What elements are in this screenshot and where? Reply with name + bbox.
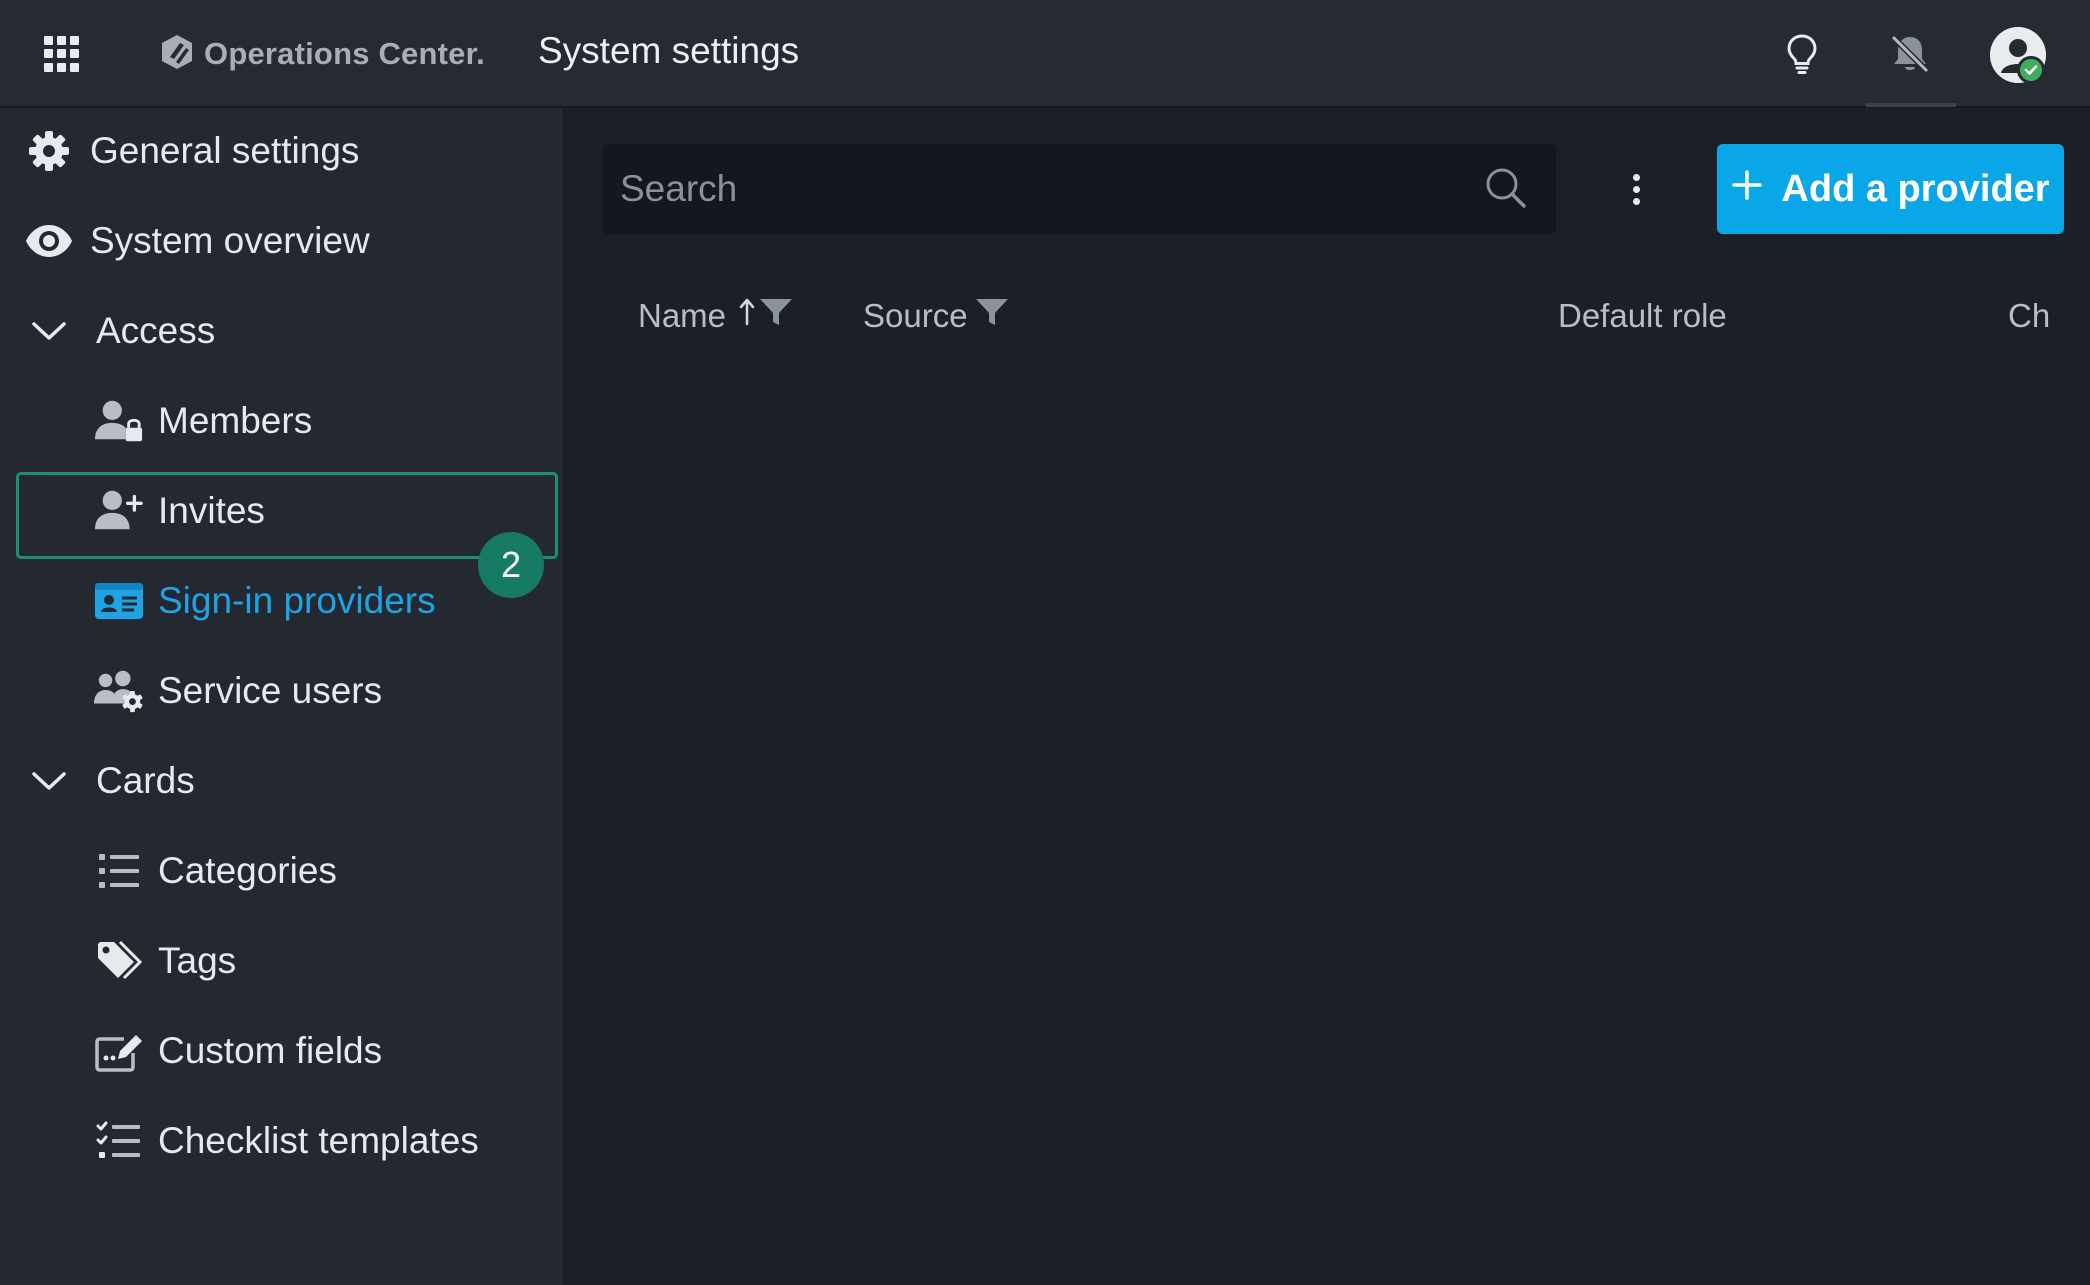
column-header-name[interactable]: Name xyxy=(638,290,794,342)
plus-icon xyxy=(1731,168,1763,211)
sidebar-item-label: Members xyxy=(158,400,313,441)
column-header-default-role[interactable]: Default role xyxy=(1558,290,1727,342)
search-field[interactable] xyxy=(602,144,1556,234)
sidebar-item-label: Service users xyxy=(158,670,383,711)
apps-grid-icon[interactable] xyxy=(42,34,82,74)
sidebar-group-cards[interactable]: Cards xyxy=(24,738,195,824)
column-header-truncated[interactable]: Ch xyxy=(2008,290,2050,342)
column-label: Name xyxy=(638,297,727,334)
sidebar-item-label: Custom fields xyxy=(158,1030,383,1071)
table-body xyxy=(566,360,2090,1285)
list-icon xyxy=(94,846,144,896)
filter-icon[interactable] xyxy=(758,296,794,336)
add-provider-button[interactable]: Add a provider xyxy=(1717,144,2064,234)
sort-ascending-icon[interactable] xyxy=(738,297,756,335)
sidebar-item-service-users[interactable]: Service users xyxy=(94,648,382,734)
sidebar-group-access[interactable]: Access xyxy=(24,288,215,374)
sidebar-item-custom-fields[interactable]: Custom fields xyxy=(94,1008,382,1094)
gear-icon xyxy=(24,126,74,176)
sidebar-item-label: General settings xyxy=(90,130,360,171)
search-icon[interactable] xyxy=(1484,166,1528,210)
add-provider-label: Add a provider xyxy=(1781,167,2050,210)
lightbulb-icon[interactable] xyxy=(1778,30,1826,78)
users-gear-icon xyxy=(94,666,144,716)
user-lock-icon xyxy=(94,396,144,446)
chevron-down-icon xyxy=(24,756,74,806)
page-title: System settings xyxy=(538,30,800,71)
sidebar-item-label: System overview xyxy=(90,220,370,261)
sidebar-group-label: Cards xyxy=(96,760,195,801)
top-bar: Operations Center. System settings xyxy=(0,0,2090,108)
tags-icon xyxy=(94,936,144,986)
sidebar-item-tags[interactable]: Tags xyxy=(94,918,236,1004)
sidebar-item-general-settings[interactable]: General settings xyxy=(24,108,359,194)
search-input[interactable] xyxy=(620,144,1460,234)
filter-icon[interactable] xyxy=(974,296,1010,336)
id-card-icon xyxy=(94,576,144,626)
online-status-icon xyxy=(2017,56,2045,84)
sidebar-item-label: Sign-in providers xyxy=(158,580,436,621)
bell-off-icon[interactable] xyxy=(1886,30,1934,78)
step-badge: 2 xyxy=(478,532,544,598)
active-item-highlight xyxy=(16,472,558,559)
column-label: Default role xyxy=(1558,297,1727,334)
eye-icon xyxy=(24,216,74,266)
checklist-icon xyxy=(94,1116,144,1166)
sidebar-item-label: Tags xyxy=(158,940,237,981)
column-label: Source xyxy=(863,297,968,334)
sidebar-item-label: Checklist templates xyxy=(158,1120,479,1161)
sidebar-item-sign-in-providers[interactable]: Sign-in providers xyxy=(94,558,436,644)
sidebar-item-system-overview[interactable]: System overview xyxy=(24,198,370,284)
sidebar-group-label: Access xyxy=(96,310,216,351)
more-options-icon[interactable] xyxy=(1614,166,1658,212)
column-header-source[interactable]: Source xyxy=(863,290,1010,342)
sidebar: General settings System overview Access xyxy=(0,108,566,1285)
brand-logo[interactable]: Operations Center. xyxy=(158,32,485,76)
chevron-down-icon xyxy=(24,306,74,356)
logo-icon xyxy=(158,33,196,76)
sidebar-item-members[interactable]: Members xyxy=(94,378,312,464)
sidebar-item-checklist-templates[interactable]: Checklist templates xyxy=(94,1098,479,1184)
sidebar-item-label: Categories xyxy=(158,850,337,891)
custom-field-icon xyxy=(94,1026,144,1076)
sidebar-item-categories[interactable]: Categories xyxy=(94,828,337,914)
bell-tab-indicator xyxy=(1866,103,1956,107)
column-label: Ch xyxy=(2008,297,2051,334)
brand-name: Operations Center. xyxy=(204,36,485,71)
